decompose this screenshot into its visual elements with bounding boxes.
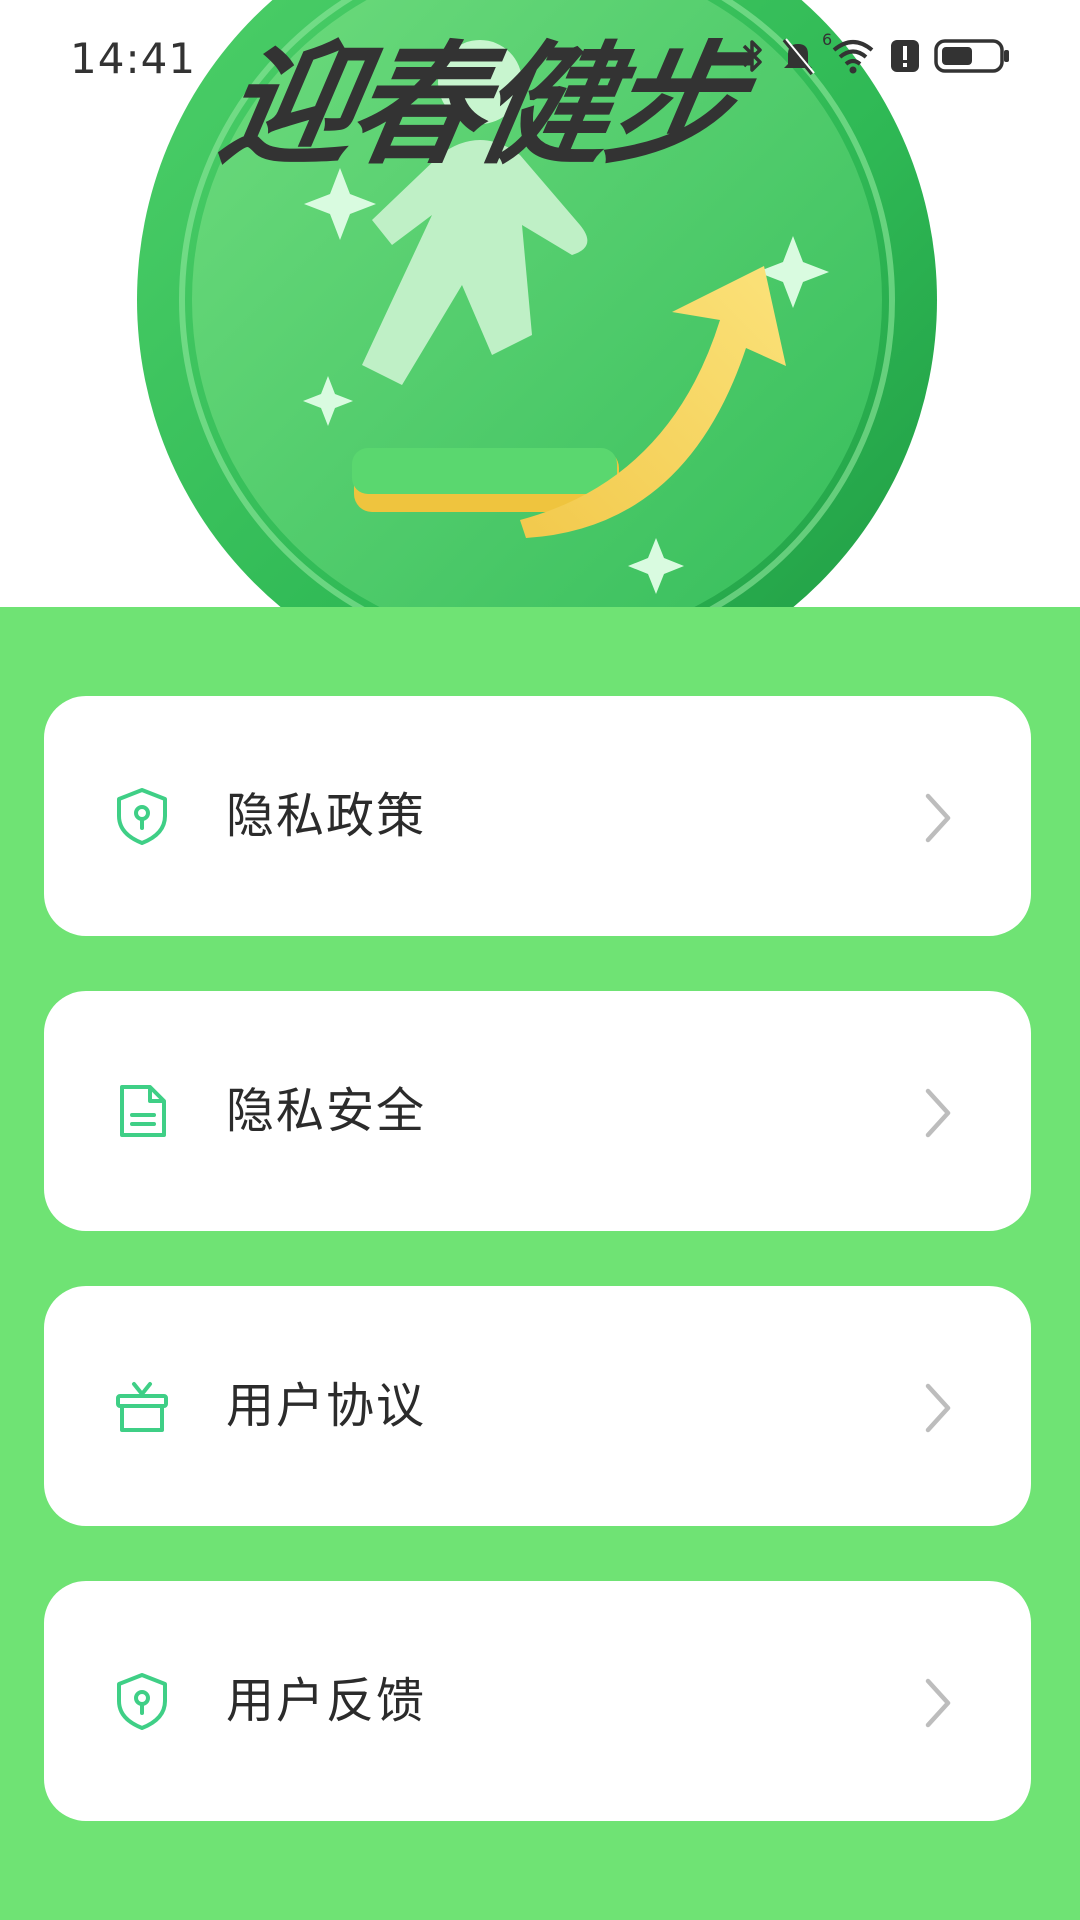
menu-item-label: 用户协议 bbox=[226, 1378, 427, 1434]
wifi-icon: 6 bbox=[822, 30, 876, 76]
chevron-right-icon bbox=[923, 1677, 953, 1729]
shield-icon bbox=[112, 786, 172, 846]
gift-box-icon bbox=[112, 1376, 172, 1436]
menu-item-label: 隐私政策 bbox=[226, 788, 427, 844]
menu-item-privacy-security[interactable]: 隐私安全 bbox=[44, 991, 1031, 1231]
menu-item-label: 隐私安全 bbox=[226, 1083, 427, 1139]
document-icon bbox=[112, 1081, 172, 1141]
chevron-right-icon bbox=[923, 792, 953, 844]
menu-item-label: 用户反馈 bbox=[226, 1673, 427, 1729]
alert-icon bbox=[890, 36, 920, 76]
shield-icon bbox=[112, 1671, 172, 1731]
menu-item-privacy-policy[interactable]: 隐私政策 bbox=[44, 696, 1031, 936]
status-time: 14:41 bbox=[70, 34, 197, 83]
chevron-right-icon bbox=[923, 1382, 953, 1434]
menu-item-user-agreement[interactable]: 用户协议 bbox=[44, 1286, 1031, 1526]
chevron-right-icon bbox=[923, 1087, 953, 1139]
wifi-label: 6 bbox=[822, 30, 833, 49]
status-bar: 14:41 6 bbox=[0, 0, 1080, 116]
battery-icon bbox=[934, 36, 1010, 76]
menu-item-user-feedback[interactable]: 用户反馈 bbox=[44, 1581, 1031, 1821]
bluetooth-icon bbox=[740, 36, 766, 76]
status-icons: 6 bbox=[740, 30, 1010, 78]
settings-menu: 隐私政策 隐私安全 用户协议 用户反馈 bbox=[44, 696, 1031, 1876]
mute-icon bbox=[780, 36, 816, 76]
